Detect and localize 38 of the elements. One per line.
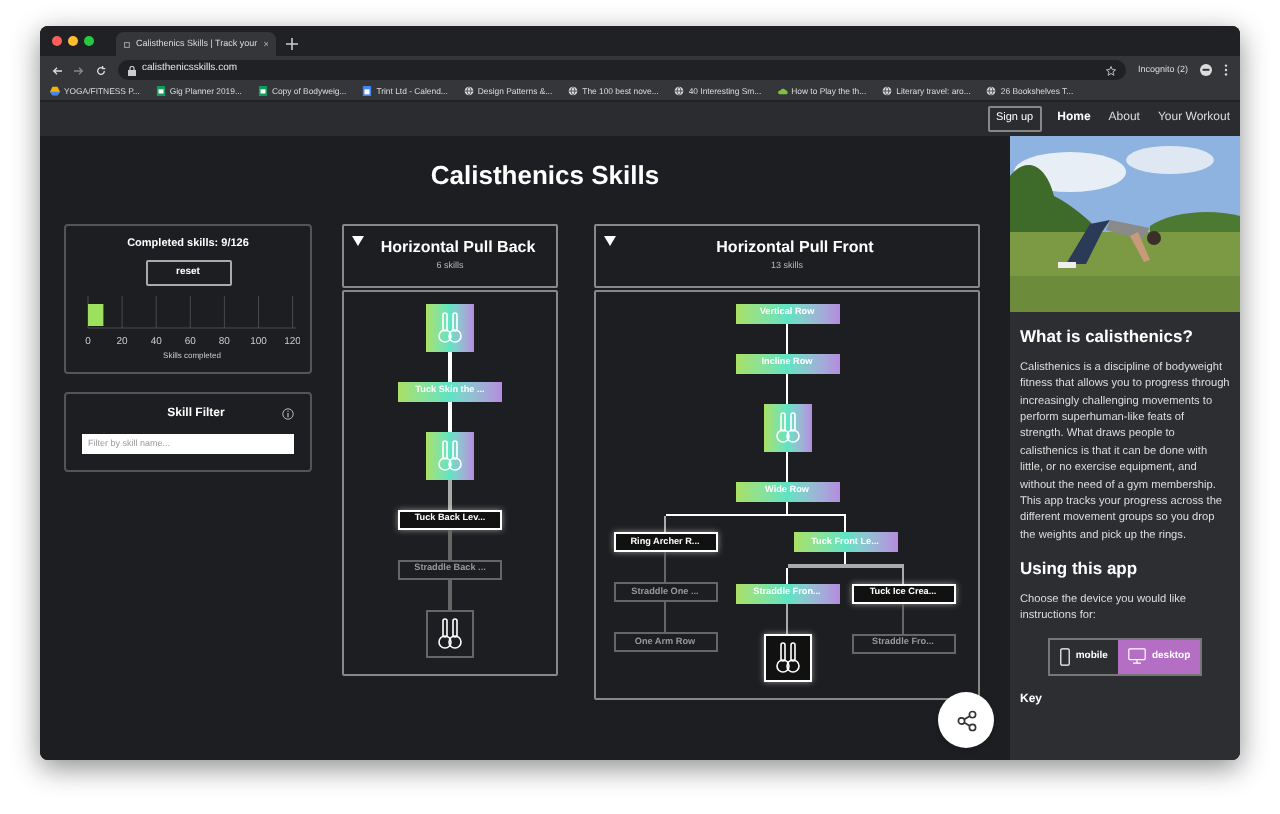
skill-tile[interactable] <box>426 303 474 351</box>
page-title: Calisthenics Skills <box>428 158 662 194</box>
rings-icon <box>436 311 464 343</box>
close-window-button[interactable] <box>52 36 62 46</box>
phone-icon <box>1059 647 1070 666</box>
section-heading: What is calisthenics? <box>1020 324 1195 350</box>
skill-tile[interactable] <box>426 609 474 657</box>
tree-title: Horizontal Pull Back <box>378 236 536 261</box>
zoom-window-button[interactable] <box>84 36 94 46</box>
forward-icon[interactable] <box>74 65 84 75</box>
page-icon <box>124 39 130 49</box>
section-heading: Using this app <box>1020 556 1140 582</box>
rings-icon <box>773 411 801 443</box>
caret-icon[interactable] <box>604 235 616 245</box>
lock-icon <box>128 65 136 75</box>
incognito-icon[interactable] <box>1200 64 1212 76</box>
monitor-icon <box>1127 648 1146 665</box>
share-button[interactable] <box>938 692 994 748</box>
cloud-icon <box>777 86 788 97</box>
close-icon[interactable] <box>263 40 268 48</box>
minimize-window-button[interactable] <box>68 36 78 46</box>
star-icon[interactable] <box>1105 65 1116 75</box>
tree-title: Horizontal Pull Front <box>714 236 874 261</box>
rings-icon <box>436 617 464 649</box>
skill-tile[interactable] <box>763 403 811 451</box>
reload-icon[interactable] <box>96 65 106 75</box>
rings-icon <box>773 641 801 673</box>
spreadsheet-icon <box>155 86 166 97</box>
caret-icon[interactable] <box>352 235 364 245</box>
drive-icon <box>50 86 60 97</box>
rings-icon <box>436 439 464 471</box>
calendar-icon <box>362 86 373 97</box>
new-tab-icon[interactable] <box>286 38 298 50</box>
info-icon[interactable] <box>282 408 294 421</box>
back-icon[interactable] <box>52 65 62 75</box>
spreadsheet-icon <box>257 86 268 97</box>
skill-tile[interactable] <box>426 431 474 479</box>
share-icon <box>955 709 977 731</box>
